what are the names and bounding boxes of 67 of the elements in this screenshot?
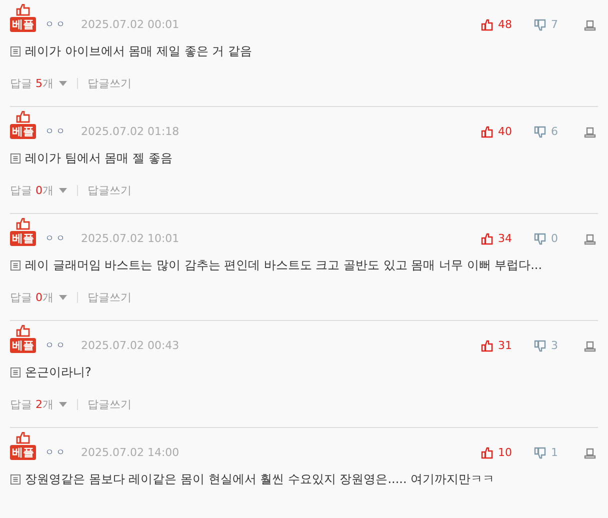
document-icon [10, 153, 21, 164]
downvote-icon[interactable] [534, 126, 546, 138]
write-reply-link[interactable]: 답글쓰기 [88, 397, 132, 412]
report-icon[interactable] [584, 447, 596, 459]
report-icon[interactable] [584, 340, 596, 352]
upvote-count: 48 [498, 18, 512, 32]
replies-toggle[interactable]: 답글 2개 [10, 397, 66, 412]
document-icon [10, 46, 21, 57]
comment-text: 장원영같은 몸보다 레이같은 몸이 현실에서 훨씬 수요있지 장원영은..... 여기까지만ㅋㅋ [25, 471, 495, 488]
best-badge: 베플 [10, 231, 36, 246]
upvote-count: 10 [498, 446, 512, 460]
thumbs-up-icon [16, 432, 30, 444]
comment-text: 레이가 아이브에서 몸매 제일 좋은 거 같음 [25, 43, 252, 60]
report-icon[interactable] [584, 126, 596, 138]
document-icon [10, 474, 21, 485]
downvote-icon[interactable] [534, 447, 546, 459]
best-badge: 베플 [10, 17, 36, 32]
write-reply-link[interactable]: 답글쓰기 [88, 290, 132, 305]
comment-text: 레이가 팀에서 몸매 젤 좋음 [25, 150, 172, 167]
comment-date: 2025.07.02 01:18 [81, 125, 180, 139]
report-icon[interactable] [584, 233, 596, 245]
best-badge: 베플 [10, 338, 36, 353]
comment-date: 2025.07.02 00:43 [81, 339, 180, 353]
author-name[interactable]: ㅇㅇ [45, 339, 67, 353]
upvote-icon[interactable] [481, 19, 493, 31]
comment-date: 2025.07.02 14:00 [81, 446, 180, 460]
upvote-icon[interactable] [481, 233, 493, 245]
downvote-count: 0 [551, 232, 558, 246]
thumbs-up-icon [16, 218, 30, 230]
author-name[interactable]: ㅇㅇ [45, 446, 67, 460]
upvote-icon[interactable] [481, 340, 493, 352]
best-badge: 베플 [10, 445, 36, 460]
write-reply-link[interactable]: 답글쓰기 [88, 76, 132, 91]
report-icon[interactable] [584, 19, 596, 31]
downvote-icon[interactable] [534, 340, 546, 352]
author-name[interactable]: ㅇㅇ [45, 125, 67, 139]
comment-date: 2025.07.02 00:01 [81, 18, 180, 32]
thumbs-up-icon [16, 4, 30, 16]
comment-text: 온근이라니? [25, 364, 92, 381]
downvote-icon[interactable] [534, 233, 546, 245]
upvote-count: 34 [498, 232, 512, 246]
replies-toggle[interactable]: 답글 0개 [10, 290, 66, 305]
caret-icon [58, 402, 66, 408]
thumbs-up-icon [16, 111, 30, 123]
caret-icon [58, 81, 66, 86]
replies-toggle[interactable]: 답글 0개 [10, 183, 66, 198]
replies-toggle[interactable]: 답글 5개 [10, 76, 66, 91]
upvote-count: 31 [498, 339, 512, 353]
author-name[interactable]: ㅇㅇ [45, 232, 67, 246]
upvote-icon[interactable] [481, 126, 493, 138]
downvote-count: 6 [551, 125, 558, 139]
downvote-count: 7 [551, 18, 558, 32]
document-icon [10, 260, 21, 271]
upvote-icon[interactable] [481, 447, 493, 459]
write-reply-link[interactable]: 답글쓰기 [88, 183, 132, 198]
comment-date: 2025.07.02 10:01 [81, 232, 180, 246]
caret-icon [58, 188, 66, 194]
best-badge: 베플 [10, 124, 36, 139]
author-name[interactable]: ㅇㅇ [45, 18, 67, 32]
downvote-count: 1 [551, 446, 558, 460]
document-icon [10, 367, 21, 378]
downvote-count: 3 [551, 339, 558, 353]
downvote-icon[interactable] [534, 19, 546, 31]
caret-icon [58, 295, 66, 300]
upvote-count: 40 [498, 125, 512, 139]
comment-text: 레이 글래머임 바스트는 많이 감추는 편인데 바스트도 크고 골반도 있고 몸매 너무 이뻐 부럽다... [25, 257, 542, 274]
thumbs-up-icon [16, 325, 30, 337]
